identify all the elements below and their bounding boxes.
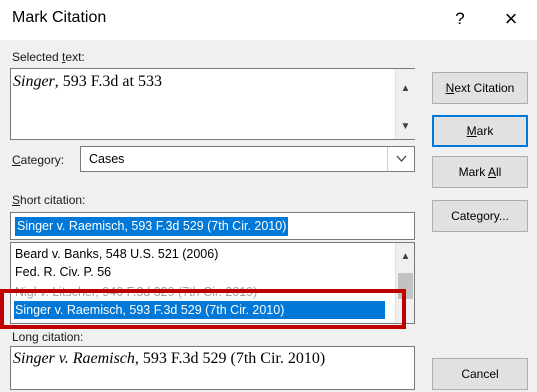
list-item[interactable]: Fed. R. Civ. P. 56	[14, 263, 385, 281]
selected-text-box[interactable]: Singer, 593 F.3d at 533 ▲ ▼	[10, 68, 415, 140]
close-button[interactable]: ×	[498, 6, 524, 32]
scroll-up-icon[interactable]: ▲	[397, 251, 414, 262]
chevron-down-icon[interactable]	[387, 147, 415, 171]
selected-text-scrollbar[interactable]: ▲ ▼	[395, 69, 415, 139]
help-button[interactable]: ?	[448, 6, 472, 32]
cancel-button[interactable]: Cancel	[432, 358, 528, 390]
short-citation-input-value: Singer v. Raemisch, 593 F.3d 529 (7th Ci…	[15, 217, 289, 236]
long-citation-box[interactable]: Singer v. Raemisch, 593 F.3d 529 (7th Ci…	[10, 346, 415, 390]
mark-button[interactable]: Mark	[432, 115, 528, 147]
long-citation-label: Long citation:	[12, 330, 84, 344]
selected-text-label: Selected text:	[12, 50, 85, 64]
scroll-up-icon[interactable]: ▲	[397, 83, 414, 94]
category-value: Cases	[89, 152, 125, 166]
mark-all-button[interactable]: Mark All	[432, 156, 528, 188]
category-dropdown[interactable]: Cases	[80, 146, 415, 172]
category-label: Category:	[12, 153, 65, 167]
short-citation-input[interactable]: Singer v. Raemisch, 593 F.3d 529 (7th Ci…	[10, 212, 415, 240]
dialog-title: Mark Citation	[12, 9, 107, 26]
long-citation-value: Singer v. Raemisch, 593 F.3d 529 (7th Ci…	[13, 350, 326, 367]
next-citation-button[interactable]: Next Citation	[432, 72, 528, 104]
scroll-down-icon[interactable]: ▼	[397, 121, 414, 132]
highlight-box	[0, 289, 406, 329]
category-button[interactable]: Category...	[432, 200, 528, 232]
selected-text-value: Singer, 593 F.3d at 533	[13, 73, 162, 90]
list-item[interactable]: Beard v. Banks, 548 U.S. 521 (2006)	[14, 245, 385, 263]
short-citation-label: Short citation:	[12, 193, 86, 207]
